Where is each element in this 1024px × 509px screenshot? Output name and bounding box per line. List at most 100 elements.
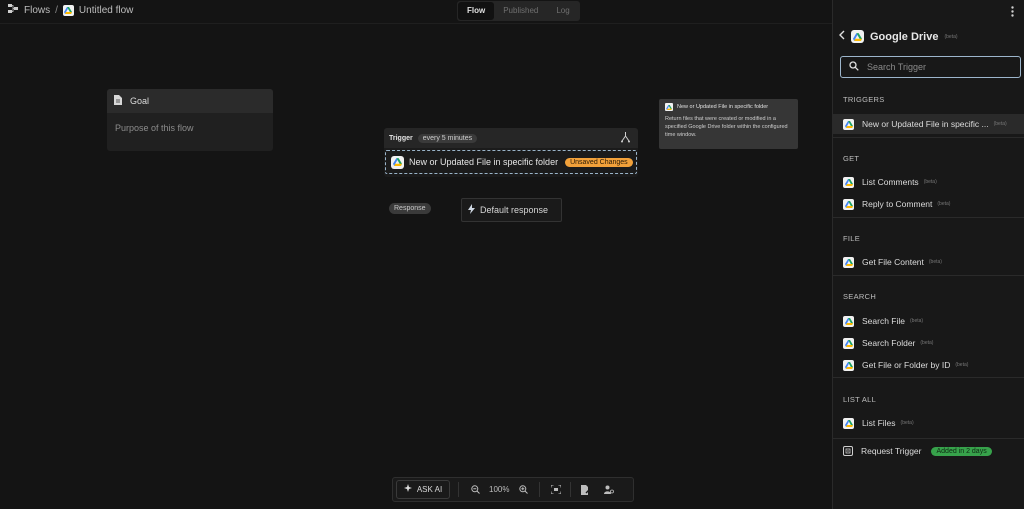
ask-ai-button[interactable]: ASK AI	[396, 480, 450, 499]
zoom-out-icon[interactable]	[467, 482, 483, 498]
more-options-icon[interactable]	[1008, 6, 1016, 17]
action-request-trigger[interactable]: Request Trigger Added in 2 days	[833, 441, 1024, 461]
schedule-pill[interactable]: every 5 minutes	[417, 133, 478, 143]
document-icon	[114, 95, 122, 107]
google-drive-icon	[843, 198, 854, 210]
default-response-label: Default response	[480, 205, 549, 215]
beta-tag: (beta)	[993, 121, 1007, 127]
sparkle-icon	[403, 484, 413, 495]
flow-title[interactable]: Untitled flow	[79, 5, 133, 16]
search-trigger-field[interactable]	[840, 56, 1021, 78]
google-drive-icon	[843, 359, 854, 371]
request-icon	[843, 446, 853, 456]
breadcrumb-separator: /	[55, 5, 58, 16]
panel-header: Google Drive (beta)	[839, 30, 958, 43]
breadcrumb-flows-link[interactable]: Flows	[24, 5, 50, 16]
action-search-file[interactable]: Search File (beta)	[833, 311, 1024, 331]
flows-icon[interactable]	[8, 4, 19, 17]
default-response-node[interactable]: Default response	[461, 198, 562, 222]
action-label: Get File Content	[862, 257, 924, 267]
beta-tag: (beta)	[944, 33, 958, 40]
branch-icon[interactable]	[621, 132, 630, 146]
section-search: SEARCH	[843, 292, 877, 301]
tooltip-title-row: New or Updated File in specific folder	[665, 103, 792, 111]
google-drive-icon	[851, 30, 864, 43]
panel-top-bar	[832, 0, 1024, 24]
section-divider	[833, 377, 1024, 378]
goal-input[interactable]: Purpose of this flow	[107, 113, 273, 133]
toolbar-divider	[458, 482, 459, 497]
beta-tag: (beta)	[920, 340, 934, 346]
tab-flow[interactable]: Flow	[458, 2, 495, 20]
section-divider	[833, 438, 1024, 439]
beta-tag: (beta)	[928, 259, 942, 265]
action-list-files[interactable]: List Files (beta)	[833, 413, 1024, 433]
tab-published[interactable]: Published	[494, 2, 547, 20]
tab-log[interactable]: Log	[547, 2, 578, 20]
action-label: List Comments	[862, 177, 919, 187]
action-label: Get File or Folder by ID	[862, 360, 951, 370]
action-new-or-updated-file[interactable]: New or Updated File in specific ... (bet…	[833, 114, 1024, 134]
google-drive-icon	[843, 118, 854, 130]
action-reply-to-comment[interactable]: Reply to Comment (beta)	[833, 194, 1024, 214]
trigger-card[interactable]: Trigger every 5 minutes New or Updated F…	[384, 128, 638, 177]
trigger-step-name: New or Updated File in specific folder	[409, 157, 559, 167]
fit-view-icon[interactable]	[548, 482, 564, 498]
action-label: Request Trigger	[861, 446, 922, 456]
toolbar-divider	[570, 482, 572, 497]
google-drive-icon	[843, 417, 854, 429]
action-label: Search Folder	[862, 338, 916, 348]
google-drive-icon	[665, 103, 673, 111]
section-divider	[833, 137, 1024, 138]
section-file: FILE	[843, 234, 861, 243]
lightning-icon	[468, 204, 475, 216]
section-divider	[833, 217, 1024, 218]
action-get-file-content[interactable]: Get File Content (beta)	[833, 252, 1024, 272]
section-get: GET	[843, 154, 860, 163]
google-drive-icon	[391, 155, 404, 169]
unsaved-changes-badge: Unsaved Changes	[565, 157, 633, 167]
google-drive-icon	[843, 337, 854, 349]
tooltip-description: Return files that were created or modifi…	[665, 116, 788, 138]
response-pill: Response	[389, 203, 431, 214]
tooltip-title: New or Updated File in specific folder	[677, 104, 769, 110]
action-label: Search File	[862, 316, 905, 326]
trigger-label: Trigger	[389, 134, 413, 142]
goal-title: Goal	[130, 96, 150, 106]
beta-tag: (beta)	[923, 179, 937, 185]
action-label: Reply to Comment	[862, 199, 933, 209]
goal-card[interactable]: Goal Purpose of this flow	[107, 89, 273, 151]
section-triggers: TRIGGERS	[843, 95, 885, 104]
beta-tag: (beta)	[955, 362, 969, 368]
beta-tag: (beta)	[910, 318, 924, 324]
panel-title: Google Drive	[870, 30, 939, 43]
zoom-in-icon[interactable]	[515, 482, 531, 498]
canvas-toolbar: ASK AI 100%	[392, 477, 634, 502]
action-list-comments[interactable]: List Comments (beta)	[833, 172, 1024, 192]
google-drive-icon	[62, 5, 74, 16]
edit-document-icon[interactable]	[577, 482, 593, 498]
search-icon	[849, 60, 859, 74]
trigger-step[interactable]: New or Updated File in specific folder U…	[385, 150, 637, 174]
google-drive-icon	[843, 315, 854, 327]
top-bar: Flows / Untitled flow Flow Published Log	[0, 0, 832, 24]
goal-header: Goal	[107, 89, 273, 113]
action-label: List Files	[862, 418, 896, 428]
action-search-folder[interactable]: Search Folder (beta)	[833, 333, 1024, 353]
view-tabs: Flow Published Log	[457, 1, 580, 21]
added-in-badge: Added in 2 days	[931, 446, 992, 456]
google-drive-icon	[843, 256, 854, 268]
section-divider	[833, 275, 1024, 276]
user-settings-icon[interactable]	[601, 482, 617, 498]
back-chevron-icon[interactable]	[839, 30, 845, 43]
breadcrumb: Flows / Untitled flow	[8, 4, 133, 17]
trigger-header: Trigger every 5 minutes	[384, 128, 638, 148]
toolbar-divider	[539, 482, 541, 497]
search-trigger-input[interactable]	[867, 62, 1007, 72]
ask-ai-label: ASK AI	[416, 485, 443, 494]
beta-tag: (beta)	[900, 420, 914, 426]
google-drive-panel: Google Drive (beta) TRIGGERS New or Upda…	[832, 24, 1024, 509]
google-drive-icon	[843, 176, 854, 188]
section-list-all: LIST ALL	[843, 395, 877, 404]
action-get-file-or-folder-by-id[interactable]: Get File or Folder by ID (beta)	[833, 355, 1024, 375]
